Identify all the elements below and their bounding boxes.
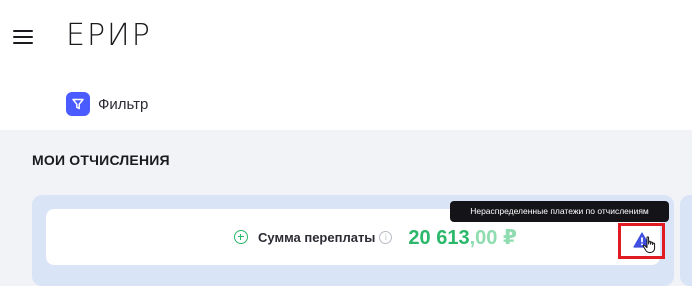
next-card-edge <box>680 195 692 286</box>
amount-main: 20 613 <box>408 226 470 249</box>
overpayment-row: Сумма переплаты i 20 613,00 ₽ <box>234 223 517 251</box>
plus-circle-icon <box>234 230 248 244</box>
info-icon[interactable]: i <box>379 230 393 244</box>
app-logo: ЕРИР <box>66 18 152 53</box>
warning-tooltip: Нераспределенные платежи по отчислениям <box>450 201 669 222</box>
overpayment-label: Сумма переплаты <box>258 229 376 245</box>
menu-icon[interactable] <box>13 30 33 44</box>
app-header: ЕРИР <box>0 0 692 80</box>
filter-button[interactable]: Фильтр <box>66 92 148 116</box>
amount-decimal: ,00 ₽ <box>469 226 517 249</box>
filter-label: Фильтр <box>98 95 149 113</box>
funnel-icon <box>66 92 90 116</box>
hand-cursor-icon <box>642 236 656 253</box>
page-title: МОИ ОТЧИСЛЕНИЯ <box>32 152 170 168</box>
overpayment-amount: 20 613,00 ₽ <box>408 225 516 250</box>
